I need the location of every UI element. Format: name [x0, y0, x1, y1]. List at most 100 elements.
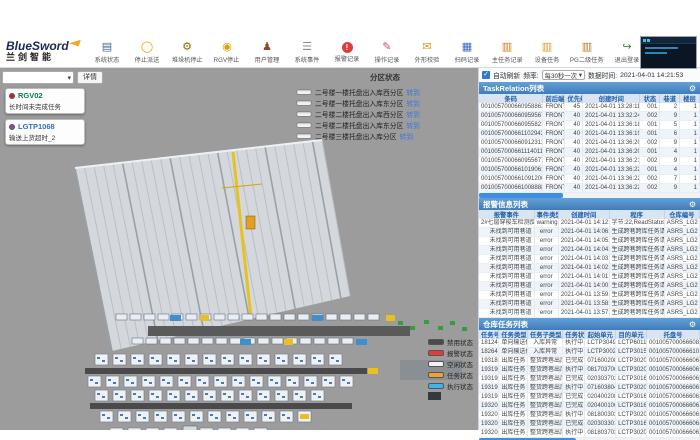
- table-row[interactable]: 1931891出库任务整货跨巷出库已完成0716002082LCTP302000…: [479, 357, 700, 366]
- table-cell: 1931956: [479, 375, 499, 384]
- table-row[interactable]: 001005700066095567770FRONT402021-04-01 1…: [479, 157, 700, 166]
- table-cell: 0716038042: [585, 384, 616, 393]
- table-row[interactable]: 未找到可用巷道error2021-04-01 14:06:57生成跨巷跨库任务请…: [479, 228, 700, 237]
- table-row[interactable]: 1932067出库任务整货跨巷出库执行中0818037032LCTP302000…: [479, 429, 700, 438]
- table-cell: 出库任务: [499, 375, 528, 384]
- legend-label: 报警状态: [447, 348, 473, 358]
- scroll-thumb[interactable]: [479, 193, 563, 198]
- table-cell: LCTP3020: [616, 357, 647, 366]
- table-cell: 1931905: [479, 366, 499, 375]
- system-status-button[interactable]: ▤系统状态: [88, 40, 126, 64]
- operation-records-button[interactable]: ✎操作记录: [368, 40, 406, 64]
- table-cell: 0203037022: [585, 375, 616, 384]
- zone-goto-link[interactable]: 转到: [406, 109, 420, 119]
- scan-records-button[interactable]: ▦扫码记录: [448, 40, 486, 64]
- zone-toggle[interactable]: [296, 133, 312, 139]
- detail-button[interactable]: 详情: [77, 71, 103, 84]
- table-row[interactable]: 1931956出库任务整货跨巷出库已完成0203037022LCTP301600…: [479, 375, 700, 384]
- table-row[interactable]: 未找到可用巷道error2021-04-01 14:05:56生成跨巷跨库任务请…: [479, 237, 700, 246]
- table-row[interactable]: 未找到可用巷道error2021-04-01 14:01:54生成跨巷跨库任务请…: [479, 273, 700, 282]
- toolbar-button-label: 扫码记录: [455, 54, 480, 64]
- zone-toggle[interactable]: [296, 89, 312, 95]
- table-row[interactable]: 1932025出库任务整货跨巷出库已完成0204001062LCTP301600…: [479, 402, 700, 411]
- table-row[interactable]: 未找到可用巷道error2021-04-01 14:00:52生成跨巷跨库任务请…: [479, 282, 700, 291]
- table-row[interactable]: 未找到可用巷道error2021-04-01 14:03:56生成跨巷跨库任务请…: [479, 255, 700, 264]
- table-row[interactable]: 未找到可用巷道error2021-04-01 14:04:56生成跨巷跨库任务请…: [479, 246, 700, 255]
- stop-dispatch-button[interactable]: ◯停止派送: [128, 40, 166, 64]
- table-row[interactable]: 1932050出库任务整货跨巷出库已完成0203033011LCTP301600…: [479, 420, 700, 429]
- table-cell: 1: [680, 139, 700, 148]
- table-row[interactable]: 001005700066100888812FRONT402021-04-01 1…: [479, 184, 700, 193]
- table-cell: ASRS_LG2: [664, 291, 699, 300]
- table-cell: 生成跨巷跨库任务请求: [609, 237, 664, 246]
- stacker-stop-button[interactable]: ⚙堆垛机停止: [168, 40, 206, 64]
- zone-goto-link[interactable]: 转到: [406, 120, 420, 130]
- table-cell: 002: [640, 157, 660, 166]
- table-row[interactable]: 未找到可用巷道error2021-04-01 13:57:49生成跨巷跨库任务请…: [479, 309, 700, 318]
- table-cell: ASRS_LG2: [664, 228, 699, 237]
- viewport-controls: ▾ 详情: [2, 71, 103, 84]
- task-relation-hscrollbar[interactable]: [479, 193, 700, 198]
- table-row[interactable]: 001005700066091231123FRONT402021-04-01 1…: [479, 139, 700, 148]
- auto-refresh-checkbox[interactable]: ✓: [482, 71, 490, 79]
- zone-toggle[interactable]: [296, 111, 312, 117]
- device-tasks-button[interactable]: ▥设备任务: [528, 40, 566, 64]
- table-cell: 单向输送任务: [499, 339, 528, 348]
- device-alert-card[interactable]: RGV02长时间未完成任务: [5, 88, 85, 114]
- table-row[interactable]: 未找到可用巷道error2021-04-01 13:59:51生成跨巷跨库任务请…: [479, 291, 700, 300]
- user-management-icon: ♟: [262, 40, 272, 54]
- minimap-preview[interactable]: [640, 36, 697, 69]
- minimap-line: [645, 47, 678, 49]
- table-row[interactable]: 001005700066111401190FRONT402021-04-01 1…: [479, 148, 700, 157]
- table-cell: 001005700066606: [647, 393, 700, 402]
- system-events-button[interactable]: ☰系统事件: [288, 40, 326, 64]
- table-row[interactable]: 001005700066109120051FRONT402021-04-01 1…: [479, 175, 700, 184]
- table-row[interactable]: 1931958出库任务整货跨巷出库执行中0716038042LCTP302000…: [479, 384, 700, 393]
- table-cell: 未找到可用巷道: [479, 273, 534, 282]
- table-row[interactable]: 2#七层穿梭车检测反馈异常处理warning2021-04-01 14:12:1…: [479, 219, 700, 228]
- pg-subtask-button[interactable]: ▥PG二级任务: [568, 40, 606, 64]
- alarm-records-icon: !: [342, 42, 353, 53]
- table-row[interactable]: 1826411单向输送任务入库异常执行中LCTP3002LCTP30150010…: [479, 348, 700, 357]
- table-row[interactable]: 1932038出库任务整货跨巷出库执行中0818003032LCTP302000…: [479, 411, 700, 420]
- column-header: 托盘号: [647, 330, 700, 339]
- table-cell: FRONT: [543, 112, 565, 121]
- alarm-records-button[interactable]: !报警记录: [328, 40, 366, 63]
- table-cell: 2021-04-01 13:57:49: [558, 309, 609, 318]
- table-row[interactable]: 1931980出库任务整货跨巷出库已完成0204002081LCTP301600…: [479, 393, 700, 402]
- table-row[interactable]: 001005700066095582162FRONT402021-04-01 1…: [479, 121, 700, 130]
- zone-goto-link[interactable]: 转到: [406, 98, 420, 108]
- main-task-records-button[interactable]: ▥主任务记录: [488, 40, 526, 64]
- profile-check-button[interactable]: ✉外形校验: [408, 40, 446, 64]
- device-select[interactable]: ▾: [2, 71, 74, 84]
- rate-select[interactable]: 每30秒一次 ▾: [542, 70, 585, 80]
- table-cell: 9: [660, 184, 680, 193]
- table-row[interactable]: 1812464单向输送任务入库异常执行中LCTP3049LCTP60110010…: [479, 339, 700, 348]
- settings-icon[interactable]: ⚙: [689, 84, 696, 93]
- user-management-button[interactable]: ♟用户管理: [248, 40, 286, 64]
- rgv-stop-button[interactable]: ◉RGV停止: [208, 40, 246, 64]
- table-row[interactable]: 001005700066101906159FRONT402021-04-01 1…: [479, 166, 700, 175]
- table-row[interactable]: 001005700066095886219FRONT452021-04-01 1…: [479, 103, 700, 112]
- table-cell: 40: [565, 175, 583, 184]
- table-row[interactable]: 未找到可用巷道error2021-04-01 13:58:50生成跨巷跨库任务请…: [479, 300, 700, 309]
- settings-icon[interactable]: ⚙: [689, 320, 696, 329]
- zone-toggle[interactable]: [296, 100, 312, 106]
- zone-toggle[interactable]: [296, 122, 312, 128]
- zone-status-title: 分区状态: [296, 72, 474, 83]
- zone-goto-link[interactable]: 转到: [406, 87, 420, 97]
- table-row[interactable]: 001005700066095956770FRONT402021-04-01 1…: [479, 112, 700, 121]
- logout-icon: ↪: [622, 40, 631, 54]
- table-row[interactable]: 001005700066110294357FRONT402021-04-01 1…: [479, 130, 700, 139]
- table-row[interactable]: 未找到可用巷道error2021-04-01 14:02:55生成跨巷跨库任务请…: [479, 264, 700, 273]
- table-cell: 002: [640, 139, 660, 148]
- device-alerts: RGV02长时间未完成任务 LGTP1068输送上货超时_2: [5, 88, 85, 145]
- table-row[interactable]: 1931905出库任务整货跨巷出库执行中0817037061LCTP302000…: [479, 366, 700, 375]
- table-cell: 4: [660, 148, 680, 157]
- warehouse-3d-view[interactable]: ▾ 详情 RGV02长时间未完成任务LGTP1068输送上货超时_2 分区状态 …: [0, 68, 478, 430]
- device-alert-card[interactable]: LGTP1068输送上货超时_2: [5, 119, 85, 145]
- zone-goto-link[interactable]: 转到: [400, 131, 414, 141]
- table-cell: ASRS_LG2: [664, 282, 699, 291]
- settings-icon[interactable]: ⚙: [689, 200, 696, 209]
- toolbar-button-label: 报警记录: [335, 53, 360, 63]
